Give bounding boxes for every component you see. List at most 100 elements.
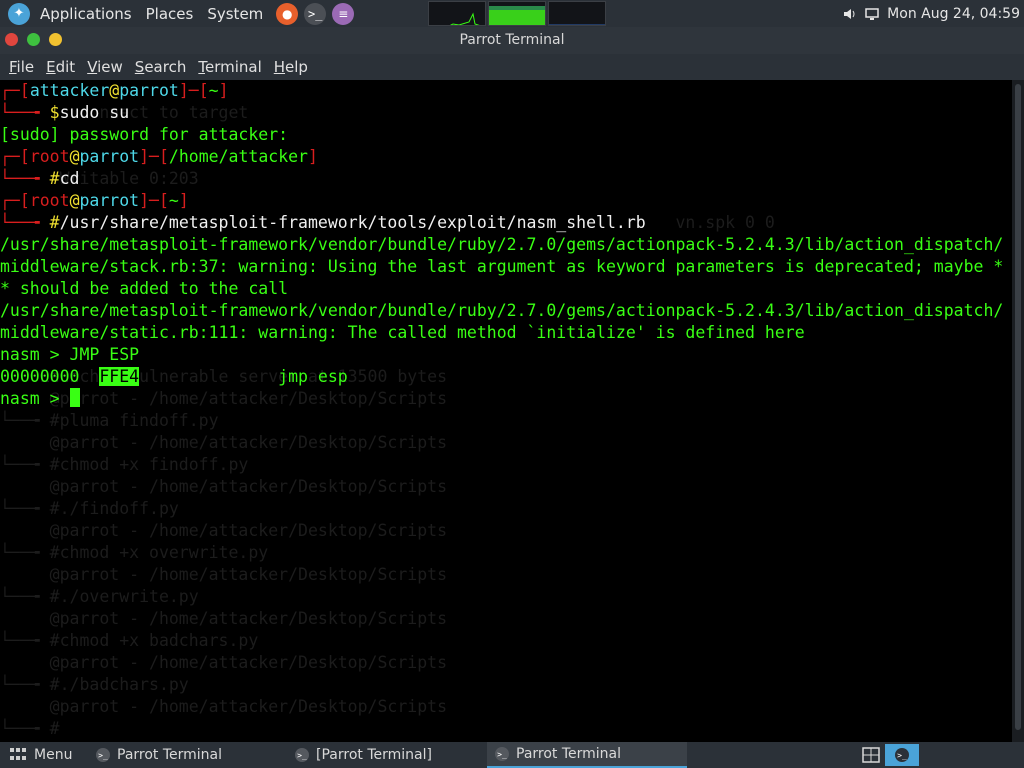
ghost-line: └──╼ #./overwrite.py — [0, 587, 199, 606]
terminal-text: ~ — [168, 191, 179, 210]
bottom-panel: Menu >_ Parrot Terminal >_ [Parrot Termi… — [0, 742, 1024, 768]
terminal-text: ~ — [208, 81, 219, 100]
workspace-terminal-indicator[interactable]: >_ — [885, 744, 919, 766]
terminal-text: # — [49, 169, 60, 188]
menu-terminal[interactable]: Terminal — [198, 58, 261, 76]
terminal-icon: >_ — [96, 748, 110, 762]
terminal-line: └──╼ #/usr/share/metasploit-framework/to… — [0, 212, 1012, 234]
firefox-icon[interactable]: ● — [276, 2, 299, 25]
ghost-line: └──╼ #./findoff.py — [0, 499, 179, 518]
cpu-monitor-graph — [428, 1, 486, 26]
terminal-text: /usr/share/metasploit-framework/tools/ex… — [59, 213, 646, 232]
menu-edit[interactable]: Edit — [46, 58, 75, 76]
menu-search[interactable]: Search — [135, 58, 187, 76]
terminal-text: [sudo] password for attacker: — [0, 125, 289, 144]
grid-menu-icon — [10, 748, 26, 762]
terminal-text: ] — [218, 81, 229, 100]
terminal-text: @ — [69, 147, 80, 166]
window-title: Parrot Terminal — [459, 32, 565, 48]
display-icon[interactable] — [865, 7, 879, 21]
maximize-window-button[interactable] — [49, 33, 62, 46]
terminal-output[interactable]: connect to target Writable 0:203 vn.spk … — [0, 80, 1012, 742]
terminal-text: 00000000 — [0, 367, 100, 386]
close-window-button[interactable] — [5, 33, 18, 46]
terminal-line: middleware/static.rb:111: warning: The c… — [0, 322, 1012, 344]
terminal-scrollbar[interactable] — [1012, 80, 1024, 742]
taskbar-item-2[interactable]: >_ [Parrot Terminal] — [287, 742, 482, 768]
taskbar-item-1[interactable]: >_ Parrot Terminal — [88, 742, 283, 768]
terminal-text: └──╼ — [0, 213, 50, 232]
system-monitor[interactable] — [428, 1, 606, 26]
terminal-line: nasm > JMP ESP — [0, 344, 1012, 366]
applications-menu[interactable]: Applications — [35, 5, 141, 23]
clock[interactable]: Mon Aug 24, 04:59 — [887, 6, 1020, 22]
top-panel: ✦ Applications Places System ● >_ ≡ Mon … — [0, 0, 1024, 27]
scrollbar-thumb[interactable] — [1015, 84, 1021, 730]
terminal-text: nasm > — [0, 389, 70, 408]
terminal-text: root — [29, 147, 70, 166]
terminal-text: /usr/share/metasploit-framework/vendor/b… — [0, 235, 1004, 254]
menu-help[interactable]: Help — [274, 58, 308, 76]
terminal-icon: >_ — [495, 747, 509, 761]
terminal-line: ┌─[root@parrot]─[~] — [0, 190, 1012, 212]
terminal-text: ┌─[ — [0, 147, 30, 166]
terminal-text: @ — [109, 81, 120, 100]
terminal-icon: >_ — [895, 748, 909, 762]
terminal-lines: ┌─[attacker@parrot]─[~] └──╼ $sudo su [sud… — [0, 80, 1012, 410]
terminal-text: ]─[ — [178, 81, 209, 100]
terminal-line: /usr/share/metasploit-framework/vendor/b… — [0, 300, 1012, 322]
terminal-text: parrot — [119, 81, 179, 100]
terminal-line: └──╼ #cd — [0, 168, 1012, 190]
terminal-line: ┌─[attacker@parrot]─[~] — [0, 80, 1012, 102]
terminal-text: └──╼ — [0, 169, 50, 188]
system-menu[interactable]: System — [202, 5, 272, 23]
menu-view[interactable]: View — [87, 58, 123, 76]
terminal-text: ┌─[ — [0, 81, 30, 100]
terminal-text: @ — [69, 191, 80, 210]
parrot-logo-icon[interactable]: ✦ — [8, 2, 30, 25]
ghost-line: └──╼ #chmod +x findoff.py — [0, 455, 249, 474]
terminal-text: parrot — [79, 147, 140, 166]
terminal-text: ]─[ — [139, 191, 169, 210]
menu-file[interactable]: File — [9, 58, 34, 76]
ghost-line: @parrot - /home/attacker/Desktop/Scripts — [0, 477, 448, 496]
terminal-text: parrot — [79, 191, 140, 210]
taskbar-item-label: [Parrot Terminal] — [316, 747, 432, 763]
ghost-line: @parrot - /home/attacker/Desktop/Scripts — [0, 609, 448, 628]
minimize-window-button[interactable] — [27, 33, 40, 46]
text-editor-icon[interactable]: ≡ — [332, 2, 355, 25]
ghost-line: └──╼ # — [0, 719, 60, 738]
memory-monitor-graph — [488, 1, 546, 26]
taskbar-item-label: Parrot Terminal — [117, 747, 223, 763]
window-titlebar[interactable]: Parrot Terminal — [0, 27, 1024, 54]
terminal-text: ] — [308, 147, 318, 166]
main-menu-button[interactable]: Menu — [10, 742, 72, 768]
terminal-text: ] — [178, 191, 189, 210]
terminal-launcher-icon[interactable]: >_ — [304, 2, 327, 25]
places-menu[interactable]: Places — [141, 5, 203, 23]
terminal-text: root — [29, 191, 70, 210]
text-cursor — [69, 388, 80, 407]
taskbar-item-3[interactable]: >_ Parrot Terminal — [487, 742, 687, 768]
volume-icon[interactable] — [843, 7, 857, 21]
terminal-line: ┌─[root@parrot]─[/home/attacker] — [0, 146, 1012, 168]
ghost-line: @parrot - /home/attacker/Desktop/Scripts — [0, 521, 448, 540]
terminal-icon: >_ — [295, 748, 309, 762]
terminal-text: middleware/stack.rb:37: warning: Using t… — [0, 257, 1004, 276]
ghost-line: └──╼ #pluma findoff.py — [0, 411, 219, 430]
terminal-line: └──╼ $sudo su — [0, 102, 1012, 124]
terminal-text: ┌─[ — [0, 191, 30, 210]
ghost-line: @parrot - /home/attacker/Desktop/Scripts — [0, 697, 448, 716]
terminal-text: /usr/share/metasploit-framework/vendor/b… — [0, 301, 1004, 320]
terminal-line: [sudo] password for attacker: — [0, 124, 1012, 146]
terminal-line: middleware/stack.rb:37: warning: Using t… — [0, 256, 1012, 278]
workspace-switcher-icon[interactable] — [862, 747, 880, 763]
ghost-line: @parrot - /home/attacker/Desktop/Scripts — [0, 565, 448, 584]
terminal-menubar: File Edit View Search Terminal Help — [0, 54, 1024, 80]
terminal-line: nasm > — [0, 388, 1012, 410]
terminal-text: jmp esp — [278, 367, 348, 386]
ghost-line: └──╼ #./badchars.py — [0, 675, 189, 694]
terminal-text: # — [49, 213, 60, 232]
terminal-text: middleware/static.rb:111: warning: The c… — [0, 323, 805, 342]
